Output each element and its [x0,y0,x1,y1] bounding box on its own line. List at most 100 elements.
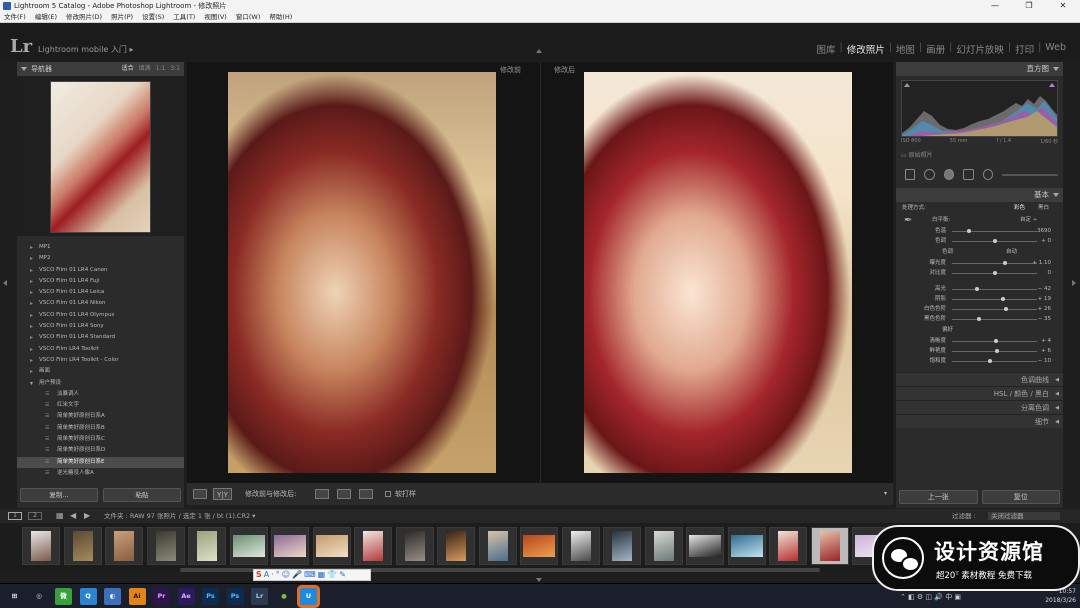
preset-item[interactable]: 简单美好原创日系E [17,456,184,468]
preset-item[interactable]: VSCO Film 01 LR4 Nikon [17,298,184,310]
preset-item[interactable]: VSCO Film 01 LR4 Leica [17,287,184,299]
filmstrip-thumbnail[interactable] [354,527,392,565]
slider-track[interactable] [952,339,1037,343]
filmstrip-thumbnail[interactable] [520,527,558,565]
slider-knob[interactable] [994,339,999,343]
collapsed-panel-header[interactable]: 细节 [896,414,1063,429]
taskbar-app-icon[interactable]: ⊞ [6,588,23,605]
copy-before-to-after-icon[interactable] [315,489,329,499]
white-balance-eyedropper-icon[interactable]: ✒ [904,215,912,226]
ime-tool-icon[interactable]: 👕 [327,570,337,580]
preset-item[interactable]: 简单美好原创日系A [17,411,184,423]
back-arrow-icon[interactable]: ◀ [70,509,76,523]
module-4[interactable]: 幻灯片放映 [952,42,1008,56]
basic-header[interactable]: 基本 [896,188,1063,202]
loupe-view-icon[interactable] [193,489,207,499]
slider-track[interactable] [952,297,1037,301]
menu-item-3[interactable]: 照片(P) [111,12,133,22]
histogram-header[interactable]: 直方图 [896,62,1063,76]
slider-knob[interactable] [1003,307,1008,311]
collapsed-panel-header[interactable]: 分离色调 [896,400,1063,415]
filmstrip-thumbnail[interactable] [146,527,185,565]
slider-value[interactable]: − 35 [1038,314,1051,324]
filmstrip-thumbnail[interactable] [561,527,600,565]
preset-item[interactable]: 画面 [17,366,184,378]
system-tray-icons[interactable]: ⌃ ◧ ⚙ ◫ 🔊 中 ▣ [900,592,961,602]
slider-knob[interactable] [992,239,997,243]
grid-view-icon[interactable]: ▦ [56,509,64,523]
preset-item[interactable]: 用户预设 [17,378,184,390]
white-balance-dropdown[interactable]: 自定 ÷ [1020,214,1037,226]
histogram[interactable] [901,80,1058,137]
taskbar-app-icon[interactable]: Lr [251,588,268,605]
treatment-color-button[interactable]: 彩色 [1014,202,1025,214]
reset-button[interactable]: 复位 [981,490,1060,504]
preset-item[interactable]: MP2 [17,253,184,265]
taskbar-app-icon[interactable]: ◎ [30,588,48,605]
bottom-panel-toggle-icon[interactable] [536,578,542,582]
ime-tool-icon[interactable]: ▦ [318,570,326,580]
menu-item-4[interactable]: 设置(S) [142,12,164,22]
filmstrip-thumbnail[interactable] [686,527,724,565]
ime-tool-icon[interactable]: ✎ [339,570,346,580]
filmstrip-thumbnail[interactable] [312,527,351,565]
slider-value[interactable]: − 10 [1038,356,1051,366]
module-1[interactable]: 修改照片 [843,42,889,56]
module-3[interactable]: 画册 [922,42,949,56]
filmstrip-thumbnail[interactable] [271,527,309,565]
ime-tool-icon[interactable]: ⌨ [304,570,316,580]
before-after-mode-button[interactable]: Y|Y [213,488,232,500]
menu-item-6[interactable]: 视图(V) [204,12,227,22]
filmstrip-thumbnail[interactable] [603,527,641,565]
paste-button[interactable]: 粘贴 [103,488,181,502]
shadow-clipping-icon[interactable] [904,83,910,87]
slider-track[interactable] [952,287,1037,291]
module-2[interactable]: 地图 [892,42,919,56]
lightroom-mobile-link[interactable]: Lightroom mobile 入门 ▸ [38,44,133,55]
zoom-fill[interactable]: 填满 [139,62,151,76]
taskbar-app-icon[interactable]: Pr [153,588,170,605]
filmstrip-thumbnail[interactable] [188,527,226,565]
module-5[interactable]: 打印 [1011,42,1038,56]
red-eye-icon[interactable] [943,169,955,180]
filmstrip-thumbnail[interactable] [769,527,807,565]
taskbar-app-icon[interactable]: Ai [128,588,146,605]
slider-value[interactable]: + 19 [1038,294,1051,304]
filmstrip-thumbnail[interactable] [727,527,766,565]
filmstrip-thumbnail[interactable] [63,527,102,565]
menu-item-8[interactable]: 帮助(H) [269,12,292,22]
filmstrip-thumbnail[interactable] [229,527,268,565]
before-photo[interactable] [228,72,496,473]
menu-item-5[interactable]: 工具(T) [173,12,195,22]
filmstrip-thumbnail[interactable] [105,527,143,565]
ime-tool-icon[interactable]: ° [276,570,280,580]
preset-item[interactable]: 红米文字 [17,400,184,412]
spot-removal-icon[interactable] [924,169,935,180]
slider-value[interactable]: 3690 [1037,226,1051,236]
slider-knob[interactable] [974,287,979,291]
filmstrip-thumbnail[interactable] [810,527,849,565]
slider-value[interactable]: 0 [1048,268,1052,278]
ime-tool-icon[interactable]: S [256,570,262,580]
slider-value[interactable]: + 26 [1038,304,1051,314]
slider-track[interactable] [952,261,1037,265]
adjustment-brush-slider[interactable] [1002,174,1059,176]
taskbar-app-icon[interactable]: ◐ [104,588,121,605]
highlight-clipping-icon[interactable] [1049,83,1055,87]
source-path[interactable]: 文件夹 : RAW 97 张照片 / 选定 1 张 / bt (1).CR2 ▾ [104,509,255,523]
slider-knob[interactable] [992,271,997,275]
filmstrip-thumbnail[interactable] [437,527,475,565]
slider-knob[interactable] [967,229,971,233]
slider-knob[interactable] [977,317,982,321]
taskbar-app-icon[interactable]: Ae [177,588,195,605]
maximize-button[interactable]: ❐ [1012,0,1046,12]
menu-item-1[interactable]: 编辑(E) [35,12,57,22]
slider-track[interactable] [952,239,1037,243]
navigator-preview[interactable] [17,76,184,236]
slider-track[interactable] [952,317,1037,321]
filter-dropdown[interactable]: 关闭过滤器 [988,512,1060,520]
previous-button[interactable]: 上一张 [899,490,978,504]
slider-value[interactable]: + 4 [1041,336,1051,346]
module-0[interactable]: 图库 [812,42,839,56]
menu-item-7[interactable]: 窗口(W) [236,12,261,22]
